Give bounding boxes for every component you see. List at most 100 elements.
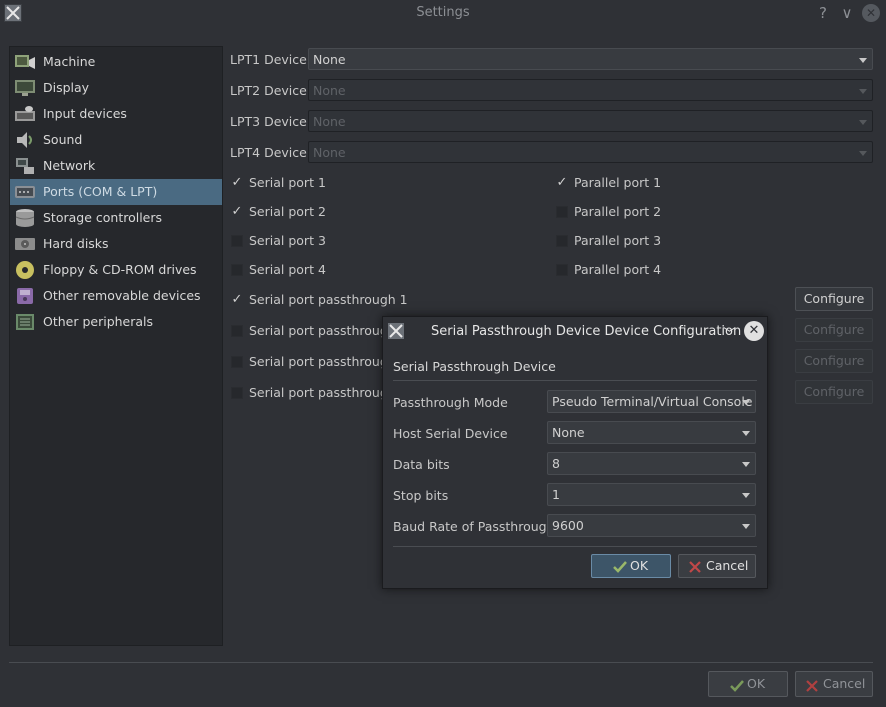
- hard-disk-icon: [14, 234, 36, 254]
- minimize-button[interactable]: ∨: [837, 3, 857, 23]
- serial-port-4-label: Serial port 4: [249, 262, 326, 277]
- chevron-down-icon: [742, 462, 750, 467]
- chevron-down-icon: [859, 58, 867, 63]
- chevron-down-icon: [859, 120, 867, 125]
- serial-port-2-checkbox[interactable]: ✓: [231, 205, 243, 218]
- dialog-footer-divider: [393, 546, 757, 547]
- baud-rate-label: Baud Rate of Passthrough: [393, 519, 555, 534]
- cancel-x-icon: [687, 559, 703, 573]
- sidebar-item-floppy-cdrom[interactable]: Floppy & CD-ROM drives: [10, 257, 222, 283]
- dialog-divider: [393, 380, 757, 381]
- title-bar: Settings ? ∨ ✕: [0, 0, 886, 26]
- stop-bits-select[interactable]: 1: [547, 483, 756, 506]
- passthrough-3-checkbox[interactable]: [231, 356, 243, 368]
- serial-port-1-checkbox[interactable]: ✓: [231, 176, 243, 189]
- data-bits-label: Data bits: [393, 457, 450, 472]
- host-serial-device-select[interactable]: None: [547, 421, 756, 444]
- storage-icon: [14, 208, 36, 228]
- parallel-port-4-label: Parallel port 4: [574, 262, 662, 277]
- footer-divider: [9, 662, 873, 663]
- parallel-port-4-checkbox[interactable]: [556, 264, 568, 276]
- network-icon: [14, 156, 36, 176]
- help-button[interactable]: ?: [813, 3, 833, 23]
- settings-ok-button[interactable]: OK: [708, 671, 788, 697]
- serial-port-3-label: Serial port 3: [249, 233, 326, 248]
- lpt1-device-select[interactable]: None: [308, 48, 873, 70]
- passthrough-4-checkbox[interactable]: [231, 387, 243, 399]
- sidebar-item-hard-disks[interactable]: Hard disks: [10, 231, 222, 257]
- chevron-down-icon: [859, 89, 867, 94]
- chevron-down-icon: [742, 524, 750, 529]
- passthrough-mode-label: Passthrough Mode: [393, 395, 508, 410]
- dialog-title: Serial Passthrough Device Device Configu…: [431, 324, 742, 339]
- sidebar-item-display[interactable]: Display: [10, 75, 222, 101]
- serial-port-4-checkbox[interactable]: [231, 264, 243, 276]
- passthrough-2-checkbox[interactable]: [231, 325, 243, 337]
- parallel-port-1-label: Parallel port 1: [574, 175, 662, 190]
- chevron-down-icon: [859, 151, 867, 156]
- lpt4-device-select[interactable]: None: [308, 141, 873, 163]
- passthrough-config-dialog: Serial Passthrough Device Device Configu…: [382, 316, 768, 589]
- sidebar-item-machine[interactable]: Machine: [10, 49, 222, 75]
- ok-check-icon: [612, 559, 628, 573]
- close-button[interactable]: ✕: [862, 4, 880, 22]
- zip-drive-icon: [14, 286, 36, 306]
- stop-bits-label: Stop bits: [393, 488, 449, 503]
- passthrough-2-label: Serial port passthrough: [249, 323, 396, 338]
- sidebar-item-ports[interactable]: Ports (COM & LPT): [10, 179, 222, 205]
- dialog-close-button[interactable]: ✕: [744, 321, 764, 341]
- passthrough-3-label: Serial port passthrough: [249, 354, 396, 369]
- passthrough-2-configure-button[interactable]: Configure: [795, 318, 873, 342]
- settings-cancel-button[interactable]: Cancel: [795, 671, 873, 697]
- dialog-ok-button[interactable]: OK: [591, 554, 671, 578]
- lpt3-device-select[interactable]: None: [308, 110, 873, 132]
- cancel-x-icon: [804, 677, 820, 692]
- display-icon: [14, 78, 36, 98]
- passthrough-4-configure-button[interactable]: Configure: [795, 380, 873, 404]
- lpt3-label: LPT3 Device:: [230, 114, 312, 129]
- lpt2-label: LPT2 Device:: [230, 83, 312, 98]
- host-serial-device-label: Host Serial Device: [393, 426, 508, 441]
- dialog-section-header: Serial Passthrough Device: [393, 359, 556, 374]
- lpt1-label: LPT1 Device:: [230, 52, 312, 67]
- machine-icon: [14, 52, 36, 72]
- dialog-cancel-button[interactable]: Cancel: [678, 554, 756, 578]
- sidebar-item-input-devices[interactable]: Input devices: [10, 101, 222, 127]
- passthrough-3-configure-button[interactable]: Configure: [795, 349, 873, 373]
- passthrough-mode-select[interactable]: Pseudo Terminal/Virtual Console: [547, 390, 756, 413]
- chevron-down-icon: [742, 493, 750, 498]
- parallel-port-3-label: Parallel port 3: [574, 233, 662, 248]
- sidebar-item-network[interactable]: Network: [10, 153, 222, 179]
- sidebar-item-other-removable[interactable]: Other removable devices: [10, 283, 222, 309]
- lpt2-device-select[interactable]: None: [308, 79, 873, 101]
- sidebar-item-sound[interactable]: Sound: [10, 127, 222, 153]
- data-bits-select[interactable]: 8: [547, 452, 756, 475]
- keyboard-icon: [14, 104, 36, 124]
- peripherals-icon: [14, 312, 36, 332]
- parallel-port-1-checkbox[interactable]: ✓: [556, 176, 568, 189]
- lpt4-label: LPT4 Device:: [230, 145, 312, 160]
- chevron-down-icon[interactable]: ﹀: [723, 323, 736, 342]
- window-title: Settings: [416, 5, 470, 20]
- parallel-port-3-checkbox[interactable]: [556, 235, 568, 247]
- sidebar-item-storage-controllers[interactable]: Storage controllers: [10, 205, 222, 231]
- passthrough-4-label: Serial port passthrough: [249, 385, 396, 400]
- speaker-icon: [14, 130, 36, 150]
- chevron-down-icon: [742, 431, 750, 436]
- parallel-port-2-label: Parallel port 2: [574, 204, 662, 219]
- passthrough-1-configure-button[interactable]: Configure: [795, 287, 873, 311]
- passthrough-1-checkbox[interactable]: ✓: [231, 293, 243, 306]
- serial-port-2-label: Serial port 2: [249, 204, 326, 219]
- settings-sidebar: Machine Display Input devices Sound Netw…: [9, 46, 223, 646]
- passthrough-1-label: Serial port passthrough 1: [249, 292, 408, 307]
- ok-check-icon: [729, 677, 745, 692]
- ports-icon: [14, 182, 36, 202]
- parallel-port-2-checkbox[interactable]: [556, 206, 568, 218]
- serial-port-1-label: Serial port 1: [249, 175, 326, 190]
- cdrom-icon: [14, 260, 36, 280]
- chevron-down-icon: [742, 400, 750, 405]
- serial-port-3-checkbox[interactable]: [231, 235, 243, 247]
- baud-rate-select[interactable]: 9600: [547, 514, 756, 537]
- app-logo-icon: [388, 323, 404, 339]
- sidebar-item-other-peripherals[interactable]: Other peripherals: [10, 309, 222, 335]
